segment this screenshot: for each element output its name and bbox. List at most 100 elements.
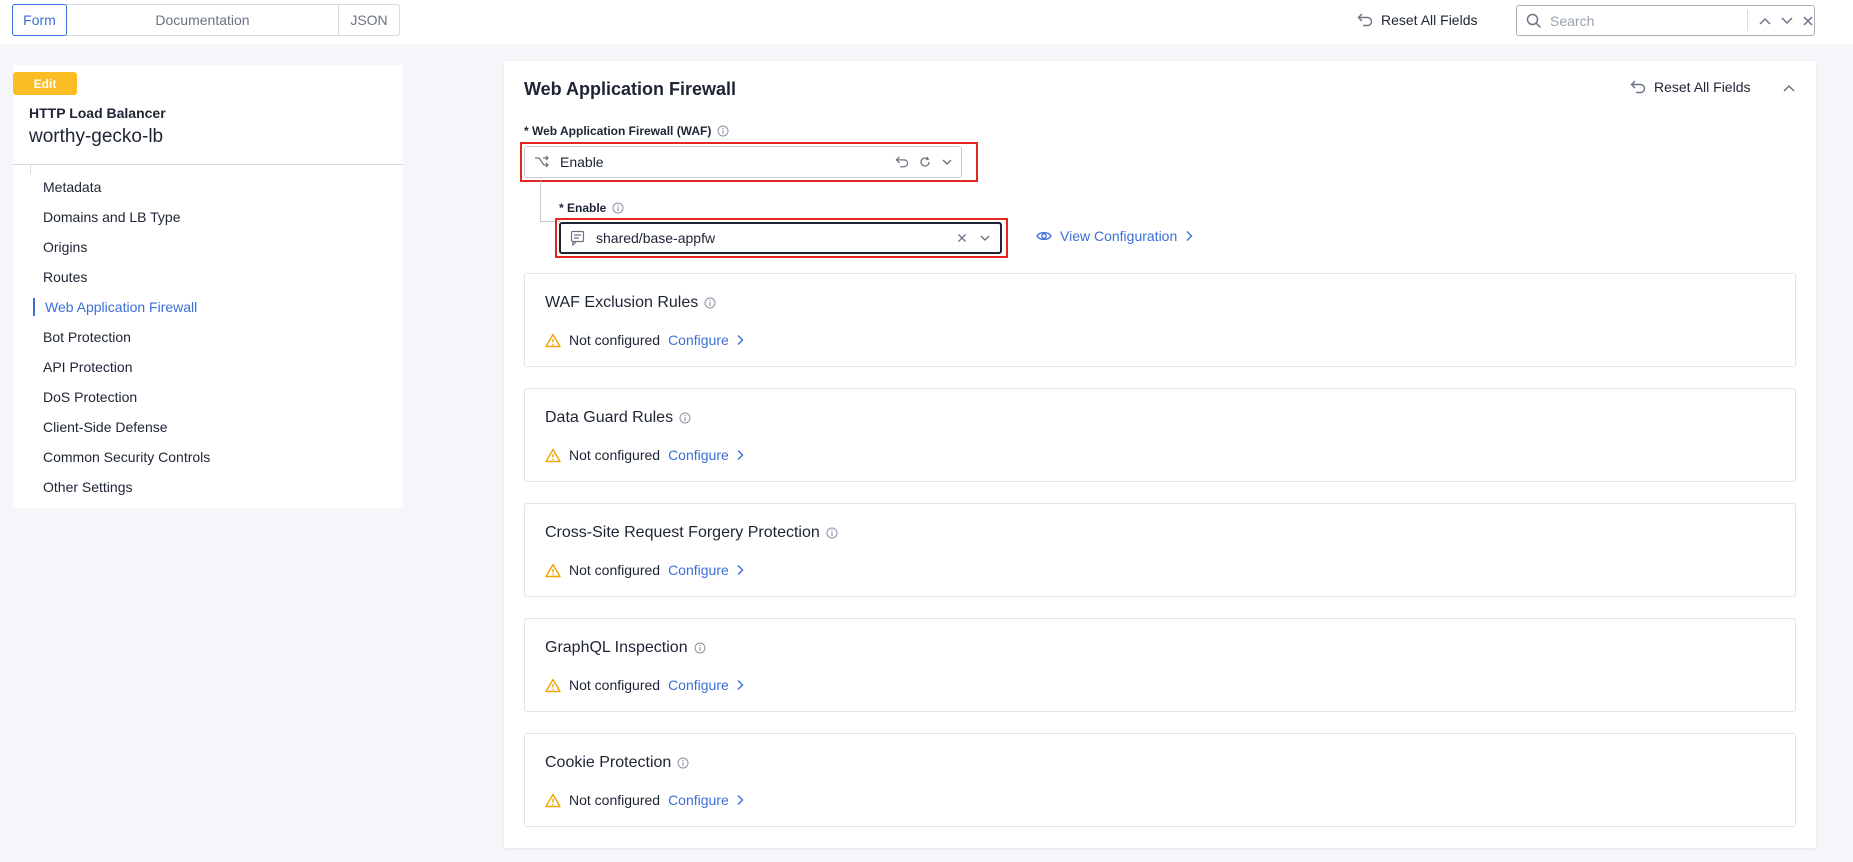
- waf-field-label-text: * Web Application Firewall (WAF): [524, 124, 712, 138]
- info-icon: [679, 412, 691, 424]
- undo-icon: [1630, 80, 1646, 94]
- configure-label: Configure: [668, 332, 729, 348]
- undo-icon[interactable]: [895, 156, 909, 168]
- branch-icon: [534, 155, 550, 169]
- info-icon: [612, 202, 624, 214]
- section-title: Data Guard Rules: [545, 409, 674, 426]
- app-firewall-select[interactable]: shared/base-appfw: [559, 222, 1002, 254]
- info-icon: [694, 642, 706, 654]
- reset-all-fields-button[interactable]: Reset All Fields: [1357, 8, 1477, 32]
- section-graphql-inspection: GraphQL Inspection Not configured Config…: [524, 618, 1796, 712]
- page-title: Web Application Firewall: [524, 79, 737, 99]
- object-sidebar: Edit HTTP Load Balancer worthy-gecko-lb …: [13, 65, 403, 508]
- configure-link[interactable]: Configure: [668, 677, 744, 693]
- section-nav: Metadata Domains and LB Type Origins Rou…: [13, 172, 403, 502]
- eye-icon: [1036, 230, 1052, 242]
- search-icon: [1526, 13, 1542, 29]
- info-icon: [717, 125, 729, 137]
- tab-json[interactable]: JSON: [339, 5, 399, 35]
- section-cookie-protection: Cookie Protection Not configured Configu…: [524, 733, 1796, 827]
- warning-icon: [545, 333, 561, 348]
- chevron-right-icon: [736, 449, 744, 461]
- refresh-icon[interactable]: [919, 156, 931, 168]
- configure-link[interactable]: Configure: [668, 332, 744, 348]
- object-name: worthy-gecko-lb: [29, 126, 164, 147]
- warning-icon: [545, 678, 561, 693]
- chevron-down-icon[interactable]: [1780, 16, 1794, 26]
- undo-icon: [1357, 13, 1373, 27]
- status-text: Not configured: [569, 332, 661, 348]
- sidebar-item-domains-lb-type[interactable]: Domains and LB Type: [13, 202, 403, 232]
- configure-label: Configure: [668, 447, 729, 463]
- edit-badge: Edit: [13, 72, 77, 95]
- tab-documentation[interactable]: Documentation: [67, 5, 339, 35]
- section-reset-label: Reset All Fields: [1654, 79, 1751, 95]
- waf-select-value: Enable: [560, 154, 604, 170]
- close-icon[interactable]: [1802, 15, 1814, 27]
- warning-icon: [545, 448, 561, 463]
- section-csrf-protection: Cross-Site Request Forgery Protection No…: [524, 503, 1796, 597]
- sidebar-item-origins[interactable]: Origins: [13, 232, 403, 262]
- section-data-guard-rules: Data Guard Rules Not configured Configur…: [524, 388, 1796, 482]
- enable-field-label: * Enable: [559, 201, 624, 215]
- waf-field-label: * Web Application Firewall (WAF): [524, 124, 729, 138]
- search-box: [1516, 5, 1815, 36]
- configure-link[interactable]: Configure: [668, 562, 744, 578]
- sidebar-item-routes[interactable]: Routes: [13, 262, 403, 292]
- configure-label: Configure: [668, 562, 729, 578]
- search-divider: [1747, 10, 1748, 31]
- info-icon: [826, 527, 838, 539]
- sidebar-item-other-settings[interactable]: Other Settings: [13, 472, 403, 502]
- waf-card: Web Application Firewall Reset All Field…: [504, 61, 1816, 848]
- view-configuration-label: View Configuration: [1060, 228, 1178, 244]
- top-bar: Form Documentation JSON Reset All Fields: [0, 0, 1853, 44]
- chevron-down-icon[interactable]: [979, 234, 991, 242]
- chevron-right-icon: [736, 679, 744, 691]
- chevron-right-icon: [736, 794, 744, 806]
- enable-field-label-text: * Enable: [559, 201, 607, 215]
- chevron-right-icon: [736, 334, 744, 346]
- sidebar-item-web-application-firewall[interactable]: Web Application Firewall: [13, 292, 403, 322]
- chevron-right-icon: [736, 564, 744, 576]
- status-text: Not configured: [569, 562, 661, 578]
- sidebar-item-bot-protection[interactable]: Bot Protection: [13, 322, 403, 352]
- search-input[interactable]: [1550, 12, 1736, 29]
- chevron-down-icon[interactable]: [941, 158, 953, 166]
- warning-icon: [545, 563, 561, 578]
- info-icon: [677, 757, 689, 769]
- view-tabs: Form Documentation JSON: [12, 4, 400, 36]
- tab-form[interactable]: Form: [12, 4, 67, 36]
- reset-all-fields-label: Reset All Fields: [1381, 12, 1478, 28]
- section-title: Cross-Site Request Forgery Protection: [545, 524, 820, 541]
- collapse-chevron-icon[interactable]: [1782, 83, 1796, 93]
- warning-icon: [545, 793, 561, 808]
- configure-label: Configure: [668, 677, 729, 693]
- section-title: GraphQL Inspection: [545, 639, 688, 656]
- section-waf-exclusion-rules: WAF Exclusion Rules Not configured Confi…: [524, 273, 1796, 367]
- sidebar-item-client-side-defense[interactable]: Client-Side Defense: [13, 412, 403, 442]
- configure-label: Configure: [668, 792, 729, 808]
- section-reset-button[interactable]: Reset All Fields: [1630, 79, 1750, 95]
- object-ref-icon: [570, 230, 586, 246]
- object-type: HTTP Load Balancer: [29, 105, 166, 121]
- sidebar-item-metadata[interactable]: Metadata: [13, 172, 403, 202]
- clear-icon[interactable]: [957, 233, 967, 243]
- configure-link[interactable]: Configure: [668, 792, 744, 808]
- status-text: Not configured: [569, 677, 661, 693]
- sidebar-item-api-protection[interactable]: API Protection: [13, 352, 403, 382]
- tree-connector: [540, 181, 541, 221]
- configure-link[interactable]: Configure: [668, 447, 744, 463]
- chevron-right-icon: [1185, 230, 1193, 242]
- sidebar-item-dos-protection[interactable]: DoS Protection: [13, 382, 403, 412]
- view-configuration-link[interactable]: View Configuration: [1036, 228, 1193, 244]
- app-firewall-value: shared/base-appfw: [596, 230, 716, 246]
- info-icon: [704, 297, 716, 309]
- sidebar-item-common-security-controls[interactable]: Common Security Controls: [13, 442, 403, 472]
- chevron-up-icon[interactable]: [1758, 16, 1772, 26]
- status-text: Not configured: [569, 447, 661, 463]
- status-text: Not configured: [569, 792, 661, 808]
- waf-select[interactable]: Enable: [524, 146, 962, 178]
- sidebar-divider: [13, 164, 403, 165]
- section-title: WAF Exclusion Rules: [545, 294, 699, 311]
- section-title: Cookie Protection: [545, 754, 672, 771]
